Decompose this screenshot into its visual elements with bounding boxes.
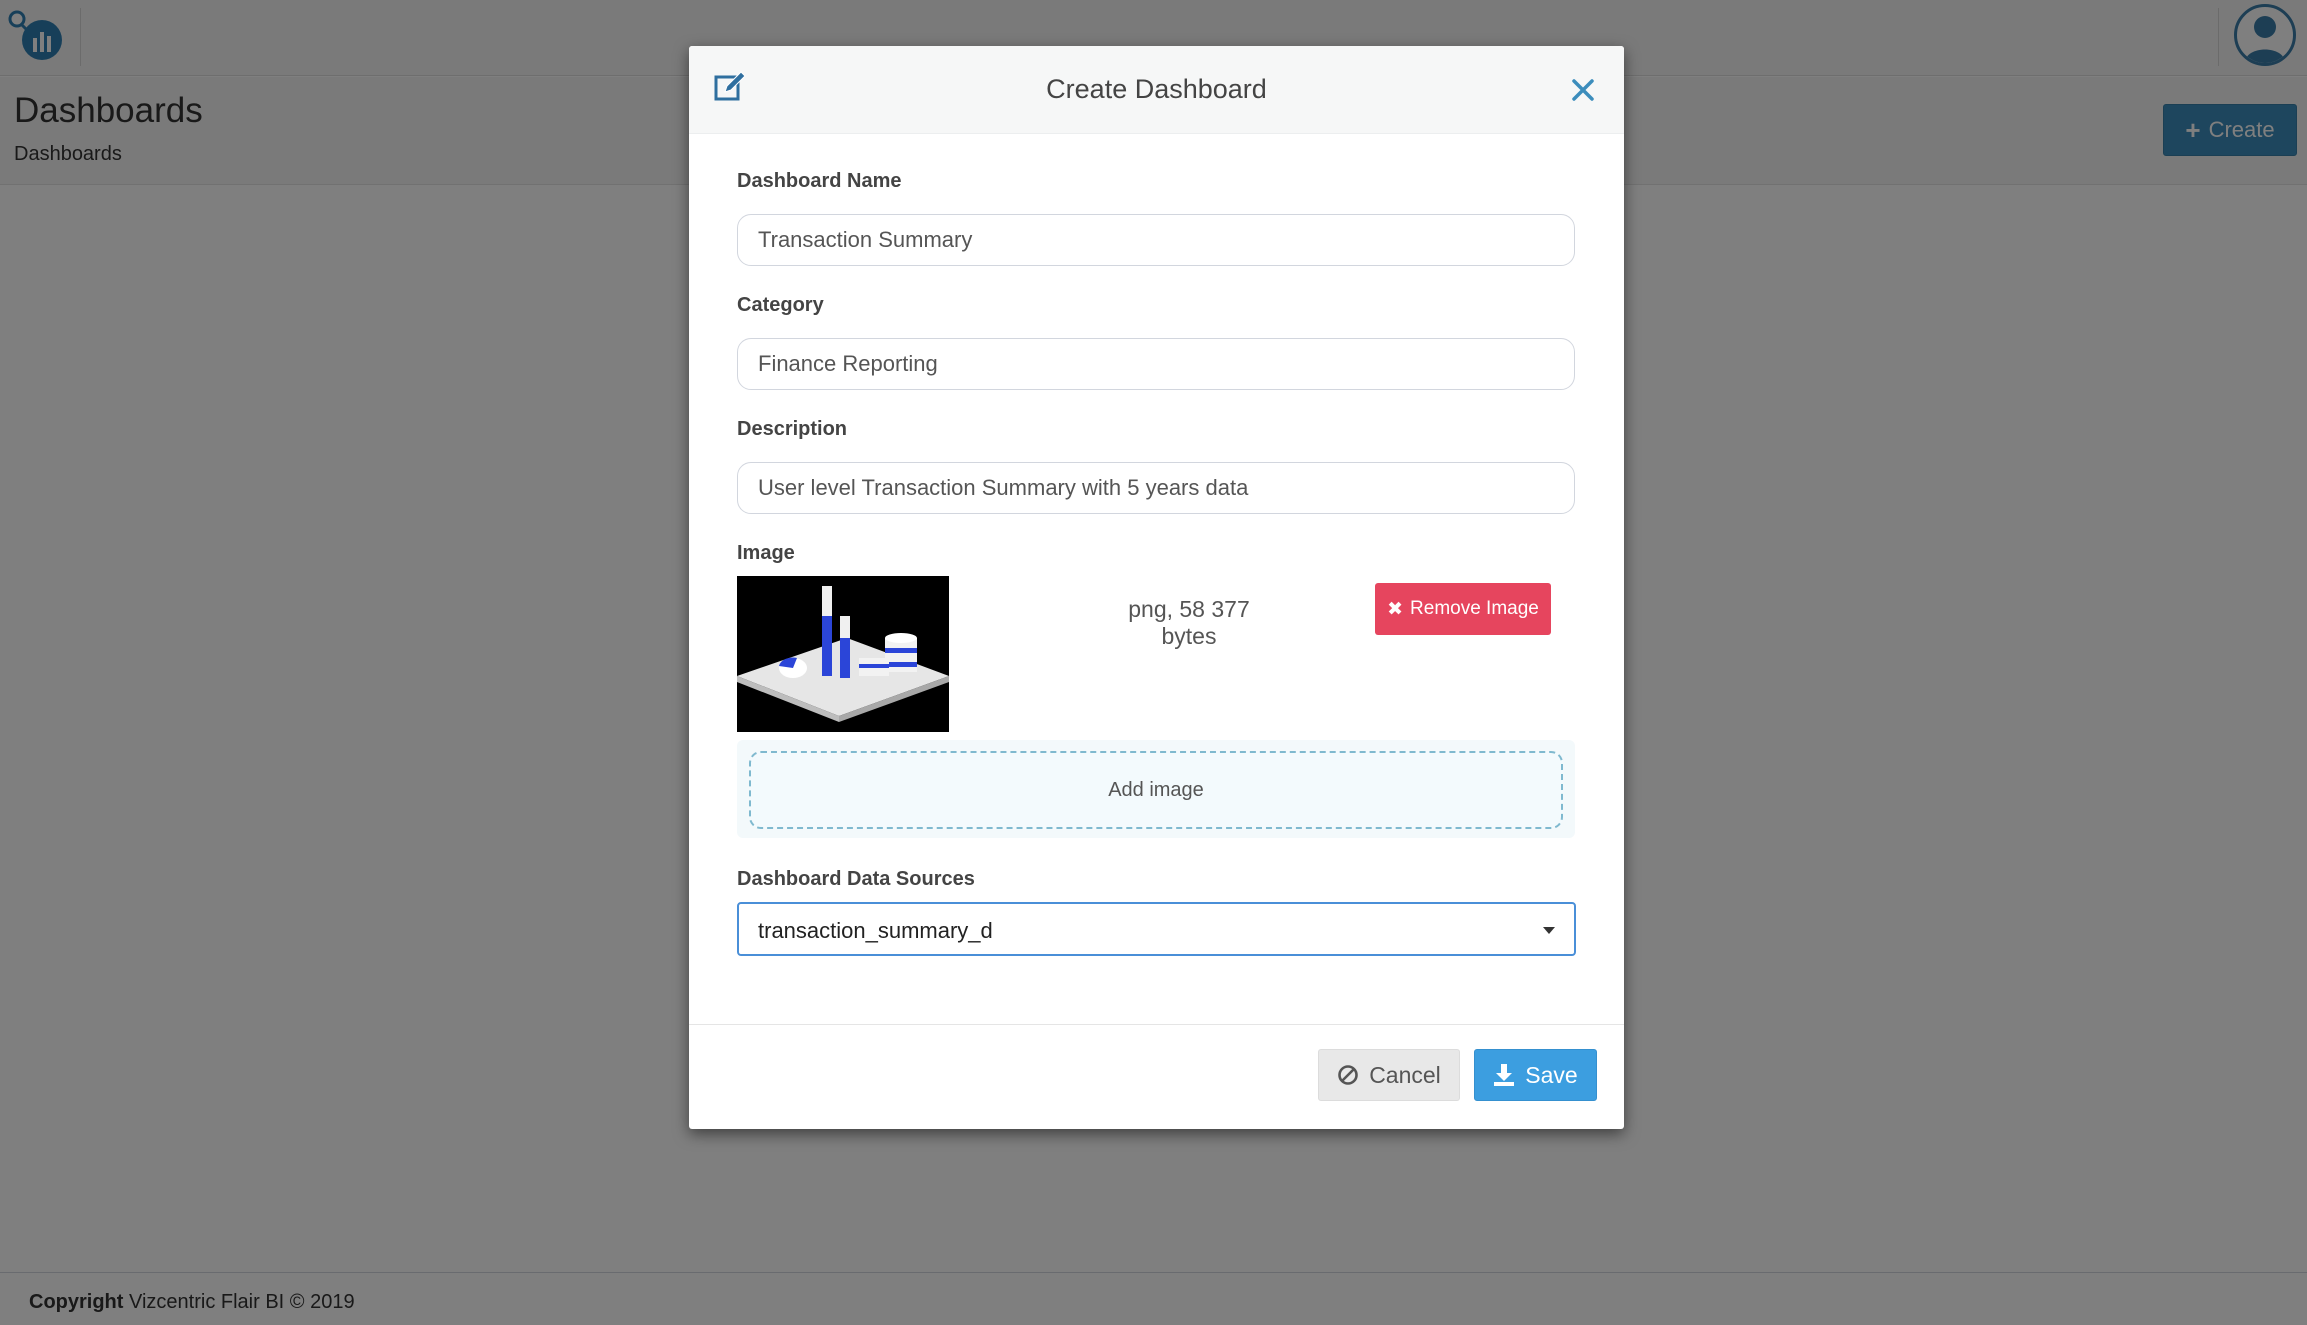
download-icon xyxy=(1494,1064,1515,1086)
ban-icon xyxy=(1338,1065,1358,1085)
description-input[interactable] xyxy=(737,462,1575,514)
save-button[interactable]: Save xyxy=(1474,1049,1597,1101)
image-label: Image xyxy=(737,542,795,564)
add-image-dropzone[interactable]: Add image xyxy=(749,751,1563,829)
image-dropzone-container: Add image xyxy=(737,740,1575,838)
caret-down-icon[interactable] xyxy=(1543,927,1555,934)
times-icon: ✖ xyxy=(1387,598,1404,620)
cancel-button[interactable]: Cancel xyxy=(1318,1049,1460,1101)
remove-image-button[interactable]: ✖ Remove Image xyxy=(1375,583,1551,635)
description-label: Description xyxy=(737,418,848,440)
dashboard-image-preview xyxy=(737,576,949,732)
modal-header: Create Dashboard xyxy=(689,46,1624,134)
remove-image-label: Remove Image xyxy=(1410,598,1539,619)
dashboard-name-input[interactable] xyxy=(737,214,1575,266)
data-source-selected-value: transaction_summary_d xyxy=(758,918,993,943)
data-sources-label: Dashboard Data Sources xyxy=(737,868,975,890)
save-button-label: Save xyxy=(1525,1061,1578,1088)
image-file-info: png, 58 377 bytes xyxy=(1128,596,1250,649)
modal-title: Create Dashboard xyxy=(1046,74,1267,104)
modal-footer-divider xyxy=(689,1024,1624,1025)
category-input[interactable] xyxy=(737,338,1575,390)
category-label: Category xyxy=(737,294,824,316)
close-icon[interactable] xyxy=(1571,78,1595,102)
cancel-button-label: Cancel xyxy=(1369,1061,1441,1088)
data-source-select[interactable]: transaction_summary_d xyxy=(737,902,1576,956)
dashboard-name-label: Dashboard Name xyxy=(737,170,902,192)
create-dashboard-modal: Create Dashboard Dashboard Name Category… xyxy=(689,46,1624,1129)
